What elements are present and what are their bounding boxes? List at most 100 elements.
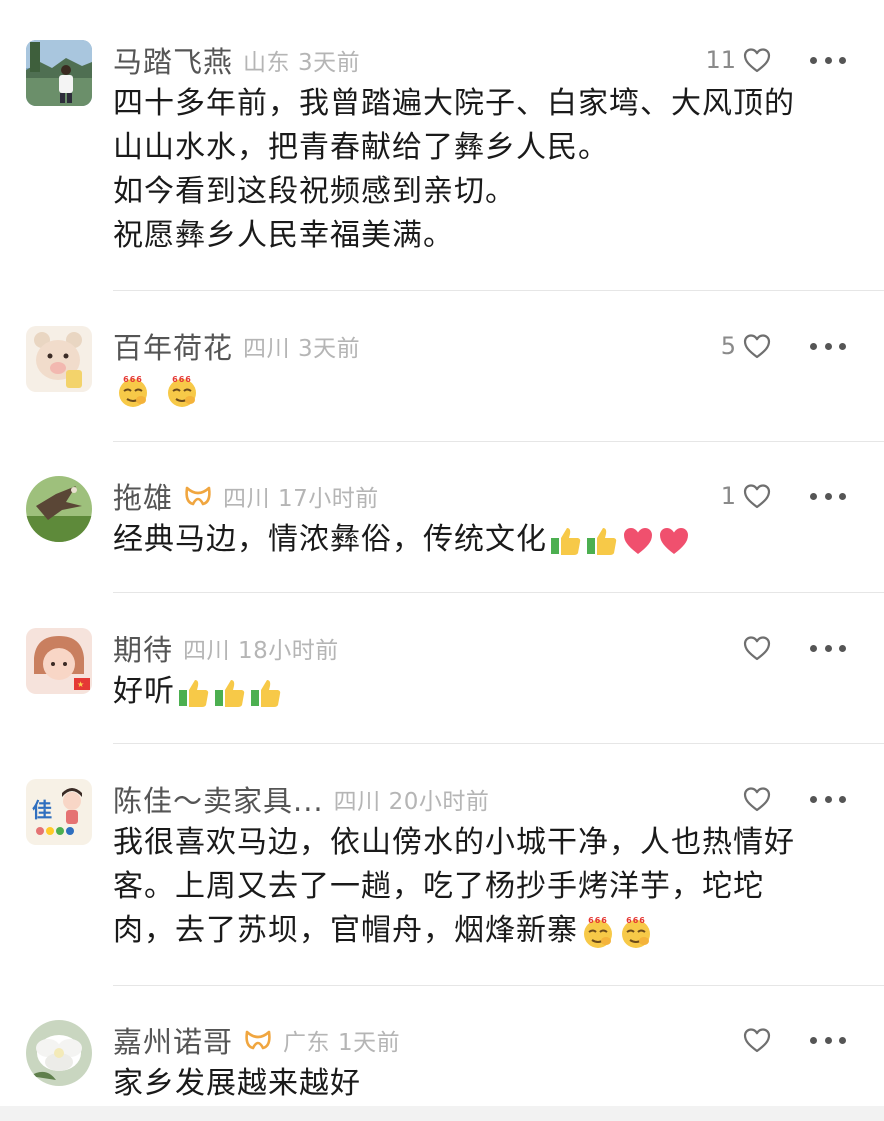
- more-options-icon[interactable]: [810, 326, 846, 366]
- more-options-icon[interactable]: [810, 628, 846, 668]
- like-button[interactable]: [736, 628, 772, 668]
- username[interactable]: 陈佳～卖家具...: [113, 778, 324, 820]
- comment-line: 好听: [113, 670, 843, 714]
- comment-header: 百年荷花 四川 3天前: [113, 326, 360, 366]
- svg-text:666: 666: [123, 375, 143, 384]
- svg-text:666: 666: [588, 916, 608, 925]
- thumbs-up-emoji: [213, 676, 247, 710]
- svg-text:★: ★: [77, 680, 84, 689]
- like-button[interactable]: 5: [721, 326, 772, 366]
- username[interactable]: 马踏飞燕: [113, 39, 233, 81]
- region: 广东: [283, 1030, 331, 1056]
- username[interactable]: 拖雄: [113, 475, 173, 517]
- timestamp: 17小时前: [278, 486, 379, 512]
- comment-text: 家乡发展越来越好: [113, 1062, 843, 1106]
- comment-meta: 四川 3天前: [243, 329, 360, 363]
- red-heart-emoji: [621, 524, 655, 558]
- comment-line-text: 经典马边，情浓彝俗，传统文化: [113, 522, 547, 557]
- timestamp: 20小时前: [388, 789, 490, 815]
- thumbs-up-emoji: [177, 676, 211, 710]
- heart-icon[interactable]: [742, 1026, 772, 1054]
- timestamp: 3天前: [298, 336, 361, 362]
- comment-meta: 四川 20小时前: [334, 782, 490, 816]
- comment-text: 四十多年前，我曾踏遍大院子、白家塆、大风顶的 山山水水，把青春献给了彝乡人民。 …: [113, 82, 843, 258]
- bottom-bar: [0, 1106, 884, 1121]
- svg-text:666: 666: [172, 375, 192, 384]
- 666-emoji: 666: [580, 914, 616, 950]
- comment-line: 客。上周又去了一趟，吃了杨抄手烤洋芋，坨坨: [113, 869, 764, 904]
- username[interactable]: 期待: [113, 627, 173, 669]
- like-button[interactable]: 1: [721, 476, 772, 516]
- heart-icon[interactable]: [742, 482, 772, 510]
- 666-emoji: 666: [618, 914, 654, 950]
- like-button[interactable]: [736, 1020, 772, 1060]
- comment-line: 祝愿彝乡人民幸福美满。: [113, 218, 454, 253]
- heart-icon[interactable]: [742, 634, 772, 662]
- comment-header: 陈佳～卖家具... 四川 20小时前: [113, 779, 489, 819]
- like-count: 1: [720, 482, 736, 510]
- divider: [113, 441, 884, 442]
- region: 山东: [243, 50, 291, 76]
- comment-meta: 四川 17小时前: [223, 479, 379, 513]
- comment-text: 好听: [113, 670, 843, 714]
- comment-feed: 马踏飞燕 山东 3天前 11 四十多年前，我曾踏遍大院子、白家塆、大风顶的 山山水…: [0, 0, 884, 1106]
- avatar[interactable]: 佳: [26, 779, 92, 845]
- username[interactable]: 百年荷花: [113, 325, 233, 367]
- divider: [113, 290, 884, 291]
- comment-meta: 广东 1天前: [283, 1023, 400, 1057]
- divider: [113, 592, 884, 593]
- like-count: 5: [720, 332, 736, 360]
- comment-meta: 四川 18小时前: [183, 631, 339, 665]
- comment-line: 山山水水，把青春献给了彝乡人民。: [113, 130, 609, 165]
- heart-icon[interactable]: [742, 332, 772, 360]
- more-options-icon[interactable]: [810, 40, 846, 80]
- 666-emoji: 666: [164, 373, 200, 409]
- timestamp: 3天前: [298, 50, 361, 76]
- thumbs-up-emoji: [585, 524, 619, 558]
- comment-text: 经典马边，情浓彝俗，传统文化: [113, 518, 843, 562]
- avatar[interactable]: [26, 326, 92, 392]
- avatar[interactable]: [26, 1020, 92, 1086]
- divider: [113, 743, 884, 744]
- comment-line: 家乡发展越来越好: [113, 1066, 361, 1101]
- divider: [113, 985, 884, 986]
- comment-line: 肉，去了苏坝，官帽舟，烟烽新寨 666 666: [113, 909, 843, 953]
- like-button[interactable]: [736, 779, 772, 819]
- comment-meta: 山东 3天前: [243, 43, 360, 77]
- thumbs-up-emoji: [249, 676, 283, 710]
- comment-header: 马踏飞燕 山东 3天前: [113, 40, 360, 80]
- comment-header: 期待 四川 18小时前: [113, 628, 339, 668]
- timestamp: 1天前: [338, 1030, 401, 1056]
- username[interactable]: 嘉州诺哥: [113, 1019, 233, 1061]
- comment-header: 嘉州诺哥 广东 1天前: [113, 1020, 400, 1060]
- avatar[interactable]: [26, 40, 92, 106]
- heart-icon[interactable]: [742, 46, 772, 74]
- region: 四川: [333, 789, 381, 815]
- avatar-initial: 佳: [32, 798, 52, 822]
- region: 四川: [243, 336, 291, 362]
- comment-line: 四十多年前，我曾踏遍大院子、白家塆、大风顶的: [113, 86, 795, 121]
- like-count: 11: [705, 46, 736, 74]
- comment-header: 拖雄 四川 17小时前: [113, 476, 379, 516]
- timestamp: 18小时前: [238, 638, 339, 664]
- red-heart-emoji: [657, 524, 691, 558]
- gold-ribbon-badge-icon: [183, 484, 213, 508]
- heart-icon[interactable]: [742, 785, 772, 813]
- region: 四川: [223, 486, 271, 512]
- comment-text: 666 666: [113, 368, 843, 412]
- more-options-icon[interactable]: [810, 779, 846, 819]
- comment-line: 666 666: [113, 368, 843, 412]
- avatar[interactable]: [26, 476, 92, 542]
- thumbs-up-emoji: [549, 524, 583, 558]
- comment-line: 经典马边，情浓彝俗，传统文化: [113, 518, 843, 562]
- comment-text: 我很喜欢马边，依山傍水的小城干净，人也热情好 客。上周又去了一趟，吃了杨抄手烤洋…: [113, 821, 843, 953]
- comment-line-text: 好听: [113, 674, 175, 709]
- 666-emoji: 666: [115, 373, 151, 409]
- gold-ribbon-badge-icon: [243, 1028, 273, 1052]
- avatar[interactable]: ★: [26, 628, 92, 694]
- region: 四川: [183, 638, 231, 664]
- comment-line: 如今看到这段祝频感到亲切。: [113, 174, 516, 209]
- more-options-icon[interactable]: [810, 476, 846, 516]
- more-options-icon[interactable]: [810, 1020, 846, 1060]
- like-button[interactable]: 11: [705, 40, 772, 80]
